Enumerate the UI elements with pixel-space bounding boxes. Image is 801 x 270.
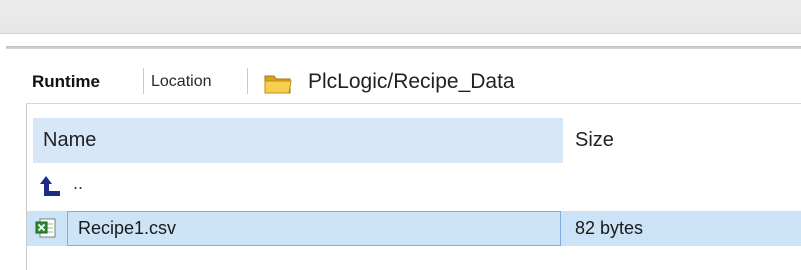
file-name-cell[interactable]: Recipe1.csv [67, 211, 561, 246]
tab-location[interactable]: Location [151, 66, 212, 98]
file-row[interactable]: Recipe1.csv 82 bytes [27, 209, 801, 249]
folder-icon [264, 75, 292, 94]
column-header-name[interactable]: Name [33, 118, 563, 163]
file-size-cell: 82 bytes [575, 218, 644, 238]
column-header-size[interactable]: Size [575, 118, 614, 163]
excel-csv-icon [35, 218, 56, 238]
tab-separator [247, 68, 248, 94]
tab-separator [143, 68, 144, 94]
parent-directory-label: .. [73, 173, 84, 193]
column-header-row: Name Size [27, 118, 801, 163]
parent-directory-row[interactable]: .. [27, 168, 801, 206]
file-list: Name Size .. Recipe1.csv 82 bytes [26, 103, 801, 270]
up-arrow-icon [40, 176, 60, 196]
current-path[interactable]: PlcLogic/Recipe_Data [308, 66, 515, 98]
column-divider[interactable] [563, 118, 565, 163]
tab-runtime[interactable]: Runtime [32, 66, 100, 98]
window-top-bar [0, 0, 801, 33]
file-browser-toolbar: Runtime Location PlcLogic/Recipe_Data [26, 63, 801, 103]
pane-divider [6, 46, 801, 49]
spacer [0, 34, 801, 46]
